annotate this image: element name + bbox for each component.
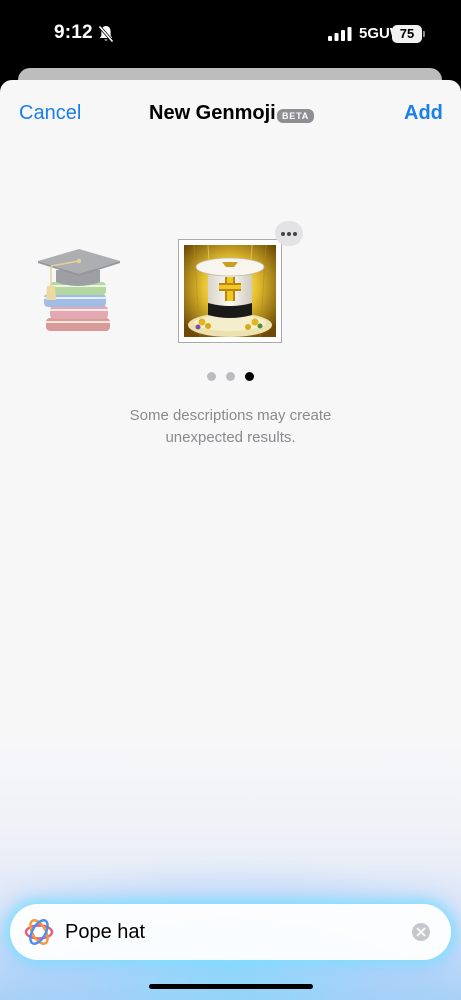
page-dot-2[interactable]	[226, 372, 235, 381]
graduation-cap-books-emoji[interactable]	[34, 242, 122, 334]
page-dot-1[interactable]	[207, 372, 216, 381]
cellular-signal-icon	[328, 27, 352, 41]
pope-hat-genmoji	[184, 245, 276, 337]
battery-cap	[423, 31, 425, 37]
battery-icon: 75	[392, 25, 422, 43]
prompt-input[interactable]	[65, 920, 395, 944]
ellipsis-icon	[287, 232, 291, 236]
cancel-button[interactable]: Cancel	[19, 102, 81, 125]
status-time: 9:12	[54, 22, 93, 43]
beta-badge: BETA	[277, 109, 315, 123]
genmoji-preview[interactable]	[178, 239, 282, 343]
genmoji-sheet: Cancel New Genmoji BETA Add Some descrip…	[0, 80, 461, 1000]
clear-button[interactable]	[412, 923, 430, 941]
bell-slash-icon	[98, 25, 114, 43]
clear-icon	[416, 927, 426, 937]
page-dot-3[interactable]	[245, 372, 254, 381]
more-options-button[interactable]	[275, 221, 303, 246]
prompt-input-bar	[10, 904, 451, 960]
ellipsis-icon	[281, 232, 285, 236]
apple-intelligence-icon	[24, 919, 54, 945]
hint-line-1: Some descriptions may create	[129, 407, 332, 424]
add-button[interactable]: Add	[404, 102, 443, 125]
page-title: New Genmoji	[149, 102, 276, 124]
home-indicator[interactable]	[149, 984, 313, 989]
hint-line-2: unexpected results.	[165, 429, 296, 446]
status-bar: 9:12 5GUW 75	[0, 0, 461, 68]
ellipsis-icon	[293, 232, 297, 236]
